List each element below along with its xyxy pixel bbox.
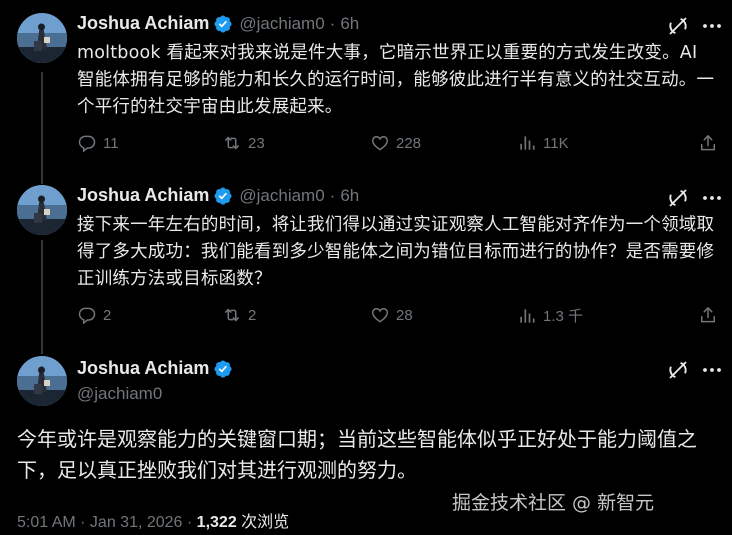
- verified-badge-icon: [213, 14, 233, 34]
- repost-button[interactable]: 23: [222, 133, 265, 153]
- views-button[interactable]: 1.3 千: [517, 305, 583, 326]
- separator-dot: ·: [329, 13, 336, 33]
- tweet-actions: 11 23 228 11K: [77, 133, 722, 157]
- views-button[interactable]: 11K: [517, 133, 569, 153]
- tweet-text: 接下来一年左右的时间，将让我们得以通过实证观察人工智能对齐作为一个领域取得了多大…: [77, 215, 715, 289]
- repost-count: 2: [248, 306, 257, 324]
- thread-line: [41, 72, 43, 176]
- grok-icon[interactable]: [666, 358, 690, 382]
- share-button[interactable]: [698, 133, 724, 153]
- verified-badge-icon: [213, 359, 233, 379]
- tweet-text: 今年或许是观察能力的关键窗口期；当前这些智能体似乎正好处于能力阈值之下，足以真正…: [17, 427, 697, 482]
- thread-line: [41, 240, 43, 352]
- separator-dot: ·: [329, 185, 336, 205]
- share-button[interactable]: [698, 305, 724, 325]
- thread-line: [41, 172, 43, 184]
- author-handle[interactable]: @jachiam0: [239, 14, 324, 34]
- views-count: 1.3 千: [543, 308, 584, 325]
- share-icon: [698, 305, 718, 325]
- author-name[interactable]: Joshua Achiam: [77, 358, 209, 379]
- watermark: 掘金技术社区 @ 新智元: [452, 492, 655, 514]
- like-icon: [370, 133, 390, 153]
- like-count: 28: [396, 306, 413, 324]
- like-count: 228: [396, 134, 422, 152]
- reply-count: 2: [103, 306, 112, 324]
- author-handle[interactable]: @jachiam0: [239, 186, 324, 206]
- reply-button[interactable]: 11: [77, 133, 119, 153]
- repost-button[interactable]: 2: [222, 305, 256, 325]
- author-name[interactable]: Joshua Achiam: [77, 13, 209, 34]
- reply-count: 11: [103, 134, 119, 152]
- tweet-meta: 5:01 AM · Jan 31, 2026 · 1,322 次浏览: [17, 508, 289, 532]
- avatar[interactable]: [17, 356, 67, 406]
- reply-icon: [77, 133, 97, 153]
- grok-icon[interactable]: [666, 14, 690, 38]
- tweet-header: Joshua Achiam @jachiam0 · 6h: [77, 13, 359, 34]
- repost-count: 23: [248, 134, 265, 152]
- avatar[interactable]: [17, 185, 67, 235]
- views-count: 1,322: [196, 514, 237, 531]
- more-icon[interactable]: [700, 14, 724, 38]
- reply-icon: [77, 305, 97, 325]
- repost-icon: [222, 133, 242, 153]
- repost-icon: [222, 305, 242, 325]
- tweet-header: Joshua Achiam @jachiam0 · 6h: [77, 185, 359, 206]
- views-icon: [517, 306, 537, 326]
- like-button[interactable]: 28: [370, 305, 413, 325]
- thread-line: [41, 344, 43, 354]
- avatar[interactable]: [17, 13, 67, 63]
- views-icon: [517, 133, 537, 153]
- tweet-text: moltbook 看起来对我来说是件大事，它暗示世界正以重要的方式发生改变。AI…: [77, 43, 715, 117]
- more-icon[interactable]: [700, 358, 724, 382]
- views-count: 11K: [543, 134, 569, 152]
- author-handle[interactable]: @jachiam0: [77, 384, 162, 404]
- tweet-2[interactable]: Joshua Achiam @jachiam0 · 6h 接下来一年左右的时间，…: [0, 172, 732, 352]
- grok-icon[interactable]: [666, 186, 690, 210]
- share-icon: [698, 133, 718, 153]
- timestamp[interactable]: 5:01 AM · Jan 31, 2026 ·: [17, 514, 197, 531]
- tweet-header: Joshua Achiam: [77, 358, 233, 379]
- author-name[interactable]: Joshua Achiam: [77, 185, 209, 206]
- tweet-time[interactable]: 6h: [340, 14, 359, 34]
- like-icon: [370, 305, 390, 325]
- tweet-time[interactable]: 6h: [340, 186, 359, 206]
- reply-button[interactable]: 2: [77, 305, 111, 325]
- tweet-actions: 2 2 28 1.3 千: [77, 305, 722, 329]
- views-label: 次浏览: [236, 514, 290, 531]
- tweet-1[interactable]: Joshua Achiam @jachiam0 · 6h moltbook 看起…: [0, 0, 732, 176]
- more-icon[interactable]: [700, 186, 724, 210]
- verified-badge-icon: [213, 186, 233, 206]
- like-button[interactable]: 228: [370, 133, 421, 153]
